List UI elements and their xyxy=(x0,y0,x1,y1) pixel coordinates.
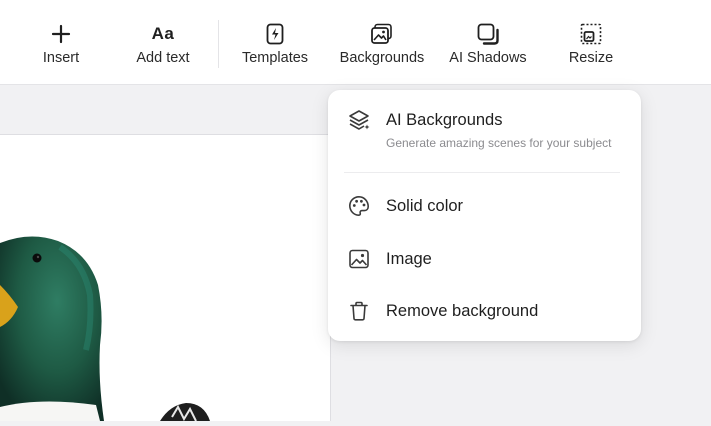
image-label: Image xyxy=(386,250,432,268)
templates-label: Templates xyxy=(241,50,309,66)
ai-shadows-button[interactable]: AI Shadows xyxy=(446,0,530,84)
toolbar-divider xyxy=(218,20,219,68)
ai-shadows-label: AI Shadows xyxy=(449,50,527,66)
backgrounds-icon xyxy=(370,22,394,46)
duck-image xyxy=(0,236,210,422)
menu-item-solid-color[interactable]: Solid color xyxy=(328,186,641,226)
backgrounds-dropdown-menu: AI Backgrounds Generate amazing scenes f… xyxy=(328,90,641,341)
solid-color-label: Solid color xyxy=(386,197,464,215)
plus-icon xyxy=(49,22,73,46)
templates-icon xyxy=(263,22,287,46)
shadow-icon xyxy=(476,22,500,46)
resize-button[interactable]: Resize xyxy=(562,0,620,84)
layers-sparkle-icon xyxy=(347,108,371,132)
trash-icon xyxy=(347,299,371,323)
menu-item-remove-background[interactable]: Remove background xyxy=(328,291,641,331)
add-text-label: Add text xyxy=(136,50,190,66)
backgrounds-button[interactable]: Backgrounds xyxy=(336,0,428,84)
text-icon: Aa xyxy=(151,22,175,46)
menu-item-image[interactable]: Image xyxy=(328,239,641,279)
ai-backgrounds-subtitle: Generate amazing scenes for your subject xyxy=(386,136,612,150)
insert-label: Insert xyxy=(42,50,80,66)
templates-button[interactable]: Templates xyxy=(236,0,314,84)
menu-divider xyxy=(344,172,620,173)
menu-item-ai-backgrounds[interactable]: AI Backgrounds Generate amazing scenes f… xyxy=(328,90,641,172)
insert-button[interactable]: Insert xyxy=(32,0,90,84)
palette-icon xyxy=(347,194,371,218)
resize-label: Resize xyxy=(568,50,614,66)
backgrounds-label: Backgrounds xyxy=(339,50,425,66)
add-text-button[interactable]: Aa Add text xyxy=(128,0,198,84)
text-icon-glyph: Aa xyxy=(151,24,175,43)
remove-background-label: Remove background xyxy=(386,302,539,320)
ai-backgrounds-label: AI Backgrounds xyxy=(386,111,503,129)
resize-icon xyxy=(579,22,603,46)
image-icon xyxy=(347,247,371,271)
top-toolbar: Insert Aa Add text Templates Backgrounds… xyxy=(0,0,711,85)
artboard[interactable] xyxy=(0,134,331,422)
